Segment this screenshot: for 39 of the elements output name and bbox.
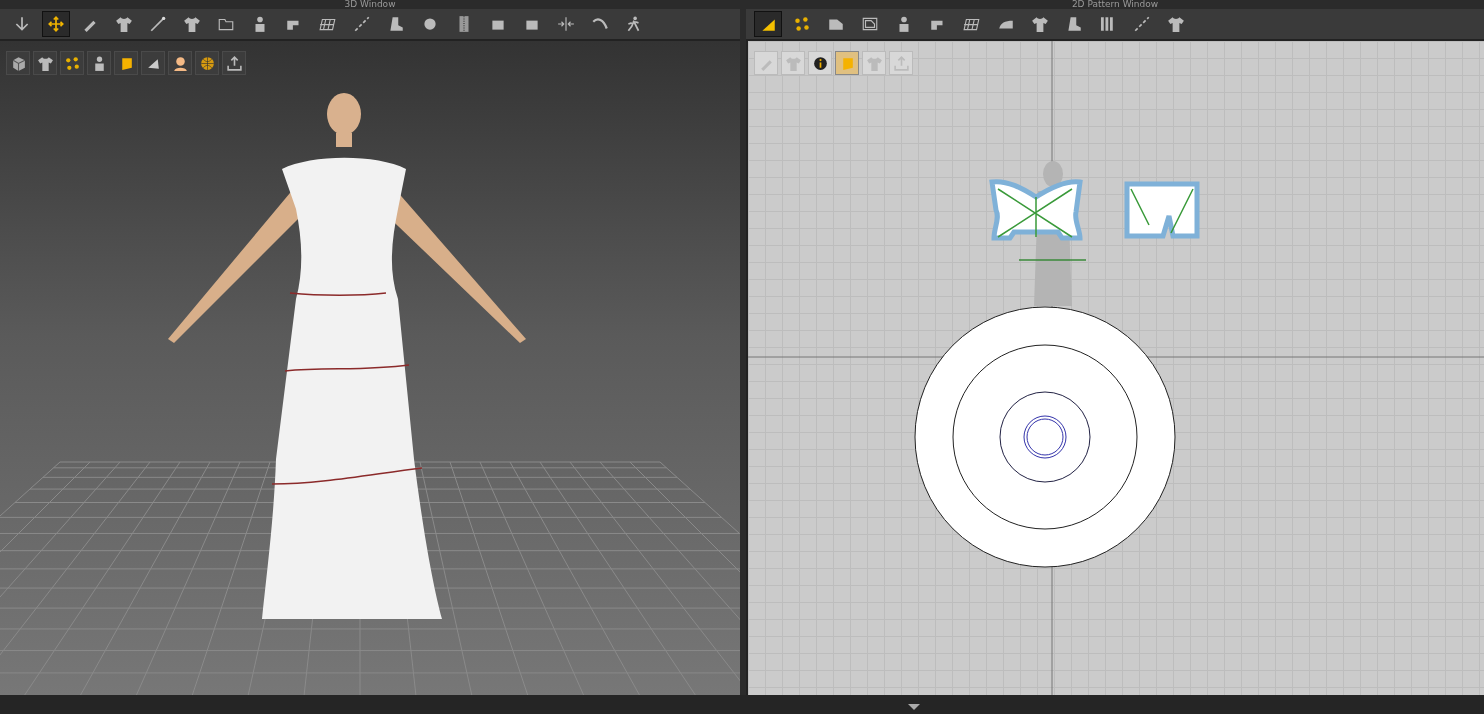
shirt-icon <box>115 15 133 33</box>
upload-icon <box>892 54 910 72</box>
head-view-button[interactable] <box>168 51 192 75</box>
shirt-icon <box>784 54 802 72</box>
shirt-view-button[interactable] <box>33 51 57 75</box>
dots-icon <box>793 15 811 33</box>
line-icon <box>1133 15 1151 33</box>
boot-icon <box>387 15 405 33</box>
globe-icon <box>198 54 216 72</box>
dots-view-button[interactable] <box>60 51 84 75</box>
collapse-icon[interactable] <box>908 704 920 710</box>
pattern-line <box>1018 259 1087 261</box>
frame-icon <box>861 15 879 33</box>
move-icon <box>47 15 65 33</box>
move-tool-button[interactable] <box>42 11 70 37</box>
globe-view-button[interactable] <box>195 51 219 75</box>
person-view-button[interactable] <box>87 51 111 75</box>
cube-view-button[interactable] <box>6 51 30 75</box>
head-icon <box>171 54 189 72</box>
square-view-button[interactable] <box>114 51 138 75</box>
info-view-button[interactable] <box>808 51 832 75</box>
needle-icon <box>149 15 167 33</box>
triangle-tool-button[interactable] <box>754 11 782 37</box>
shirt-icon <box>865 54 883 72</box>
boot-icon <box>1065 15 1083 33</box>
info-icon <box>811 54 829 72</box>
shirt-icon <box>183 15 201 33</box>
line-icon <box>353 15 371 33</box>
dots-icon <box>63 54 81 72</box>
shirt-icon <box>36 54 54 72</box>
shirt-icon <box>1031 15 1049 33</box>
window-title: 2D Pattern Window <box>1070 0 1160 9</box>
upload-view-button[interactable] <box>222 51 246 75</box>
shirt-icon <box>1167 15 1185 33</box>
circle-icon <box>421 15 439 33</box>
down-arrow-icon <box>13 15 31 33</box>
upload-icon <box>225 54 243 72</box>
arrows-icon <box>557 15 575 33</box>
window-title: 3D Window <box>343 0 397 9</box>
